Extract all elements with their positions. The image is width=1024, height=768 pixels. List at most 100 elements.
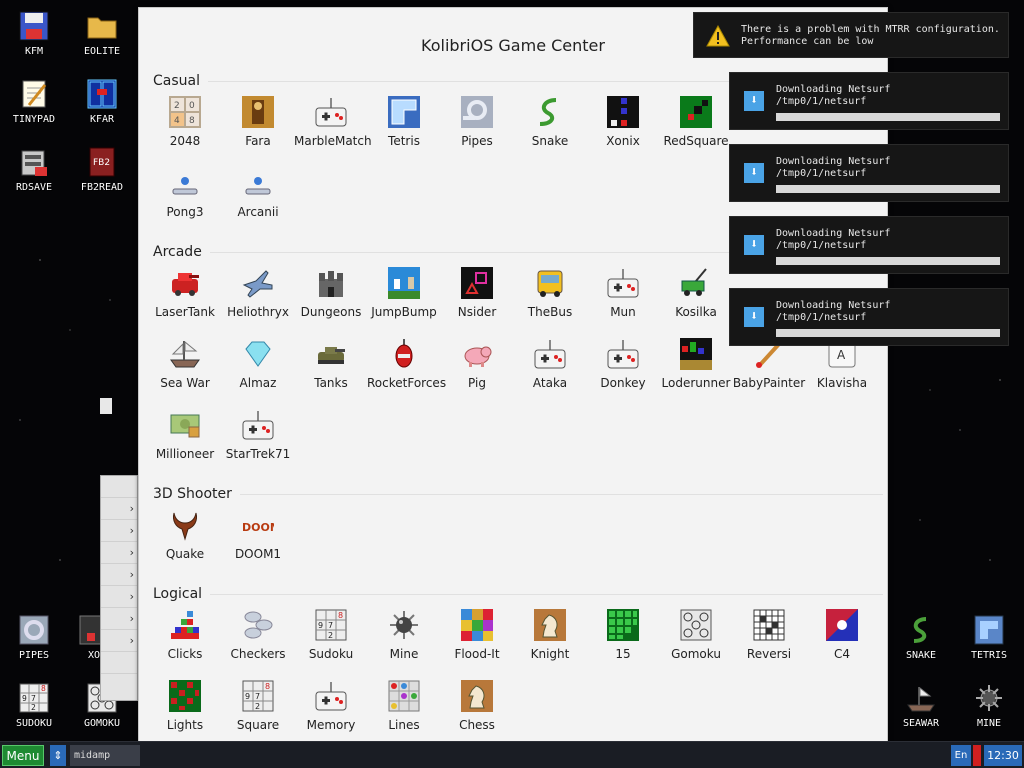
folder-icon <box>86 10 118 42</box>
game-gomoku[interactable]: Gomoku <box>659 609 733 662</box>
game-redsquare[interactable]: RedSquare <box>659 96 733 149</box>
side-menu-item[interactable]: › <box>101 586 137 608</box>
game-lines[interactable]: Lines <box>367 680 441 733</box>
gamepad-icon <box>607 340 639 369</box>
mtrr-warning-notification[interactable]: There is a problem with MTRR configurati… <box>693 12 1009 58</box>
download-icon: ⬇ <box>744 91 764 111</box>
game-rocketforces[interactable]: RocketForces <box>367 338 446 391</box>
sudoku-icon: 978 2 <box>315 609 347 641</box>
task-button-midamp[interactable]: midamp <box>70 745 140 766</box>
side-menu-item[interactable]: › <box>101 542 137 564</box>
game-fara[interactable]: Fara <box>221 96 295 149</box>
game-sudoku[interactable]: 9782 Sudoku <box>294 609 368 662</box>
game-mun[interactable]: Mun <box>586 267 660 320</box>
game-knight[interactable]: Knight <box>513 609 587 662</box>
game-doom1[interactable]: DOOM DOOM1 <box>221 509 295 562</box>
download-notification[interactable]: ⬇ Downloading Netsurf /tmp0/1/netsurf <box>729 288 1009 346</box>
game-heliothryx[interactable]: Heliothryx <box>221 267 295 320</box>
game-donkey[interactable]: Donkey <box>586 338 660 391</box>
game-almaz[interactable]: Almaz <box>221 338 295 391</box>
desktop-icon-pipes[interactable]: PIPES <box>2 614 66 661</box>
game-seawar[interactable]: Sea War <box>148 338 222 391</box>
game-pipes[interactable]: Pipes <box>440 96 514 149</box>
svg-text:8: 8 <box>338 611 343 620</box>
taskbar: Menu ⇕ midamp En 12:30 <box>0 741 1024 768</box>
game-chess[interactable]: Chess <box>440 680 514 733</box>
game-pig[interactable]: Pig <box>440 338 514 391</box>
desktop-icon-tinypad[interactable]: TINYPAD <box>2 78 66 125</box>
game-tetris[interactable]: Tetris <box>367 96 441 149</box>
download-title: Downloading Netsurf <box>776 156 891 167</box>
chevron-right-icon: › <box>129 590 134 603</box>
game-nsider[interactable]: Nsider <box>440 267 514 320</box>
section-shooter: 3D Shooter <box>153 486 883 502</box>
desktop-icon-tetris[interactable]: TETRIS <box>957 614 1021 661</box>
desktop-icon-seawar[interactable]: SEAWAR <box>889 682 953 729</box>
game-c4[interactable]: C4 <box>805 609 879 662</box>
download-notification[interactable]: ⬇ Downloading Netsurf /tmp0/1/netsurf <box>729 216 1009 274</box>
game-kosilka[interactable]: Kosilka <box>659 267 733 320</box>
section-logical: Logical <box>153 586 883 602</box>
side-menu-item[interactable]: › <box>101 498 137 520</box>
game-startrek71[interactable]: StarTrek71 <box>221 409 295 462</box>
game-millioneer[interactable]: Millioneer <box>148 409 222 462</box>
download-notification[interactable]: ⬇ Downloading Netsurf /tmp0/1/netsurf <box>729 72 1009 130</box>
desktop-icon-snake[interactable]: SNAKE <box>889 614 953 661</box>
game-thebus[interactable]: TheBus <box>513 267 587 320</box>
game-mine[interactable]: Mine <box>367 609 441 662</box>
game-loderunner[interactable]: Loderunner <box>659 338 733 391</box>
side-menu-item[interactable]: › <box>101 564 137 586</box>
game-2048[interactable]: 2048 2048 <box>148 96 222 149</box>
game-lasertank[interactable]: LaserTank <box>148 267 222 320</box>
game-flood-it[interactable]: Flood-It <box>440 609 514 662</box>
side-menu-item[interactable]: › <box>101 630 137 652</box>
chess-knight-icon <box>461 680 493 712</box>
partial-widget <box>100 398 112 414</box>
desktop-icon-mine[interactable]: MINE <box>957 682 1021 729</box>
game-xonix[interactable]: Xonix <box>586 96 660 149</box>
clock[interactable]: 12:30 <box>984 745 1022 766</box>
side-menu-item[interactable]: › <box>101 608 137 630</box>
side-menu-item[interactable] <box>101 652 137 674</box>
game-jumpbump[interactable]: JumpBump <box>367 267 441 320</box>
game-snake[interactable]: Snake <box>513 96 587 149</box>
switch-window-icon[interactable]: ⇕ <box>50 745 66 766</box>
game-ataka[interactable]: Ataka <box>513 338 587 391</box>
book-icon: FB2 <box>86 146 118 178</box>
game-clicks[interactable]: Clicks <box>148 609 222 662</box>
game-square[interactable]: 9782 Square <box>221 680 295 733</box>
game-pong3[interactable]: Pong3 <box>148 167 222 220</box>
game-reversi[interactable]: Reversi <box>732 609 806 662</box>
gamepad-icon <box>315 98 347 127</box>
chevron-right-icon: › <box>129 568 134 581</box>
desktop-icon-kfar[interactable]: KFAR <box>70 78 134 125</box>
game-dungeons[interactable]: Dungeons <box>294 267 368 320</box>
desktop-icon-fb2read[interactable]: FB2 FB2READ <box>70 146 134 193</box>
side-menu-item[interactable] <box>101 476 137 498</box>
game-lights[interactable]: Lights <box>148 680 222 733</box>
notepad-icon <box>18 78 50 110</box>
game-tanks[interactable]: Tanks <box>294 338 368 391</box>
arcanoid-icon <box>245 177 271 195</box>
clicks-icon <box>171 611 199 639</box>
snake-icon <box>539 98 557 126</box>
side-menu-item[interactable]: › <box>101 520 137 542</box>
redsquare-icon <box>680 96 712 128</box>
game-15[interactable]: 15 <box>586 609 660 662</box>
lawnmower-icon <box>681 268 707 296</box>
download-notification[interactable]: ⬇ Downloading Netsurf /tmp0/1/netsurf <box>729 144 1009 202</box>
game-memory[interactable]: Memory <box>294 680 368 733</box>
game-marblematch[interactable]: MarbleMatch <box>294 96 372 149</box>
svg-text:0: 0 <box>189 101 195 111</box>
desktop-icon-kfm[interactable]: KFM <box>2 10 66 57</box>
language-indicator[interactable]: En <box>951 745 971 766</box>
desktop-icon-eolite[interactable]: EOLITE <box>70 10 134 57</box>
game-quake[interactable]: Quake <box>148 509 222 562</box>
game-checkers[interactable]: Checkers <box>221 609 295 662</box>
desktop-icon-sudoku[interactable]: 9782 SUDOKU <box>2 682 66 729</box>
game-arcanii[interactable]: Arcanii <box>221 167 295 220</box>
warning-line1: There is a problem with MTRR configurati… <box>741 24 1000 35</box>
desktop-icon-rdsave[interactable]: RDSAVE <box>2 146 66 193</box>
menu-button[interactable]: Menu <box>2 745 44 766</box>
castle-icon <box>319 271 343 297</box>
